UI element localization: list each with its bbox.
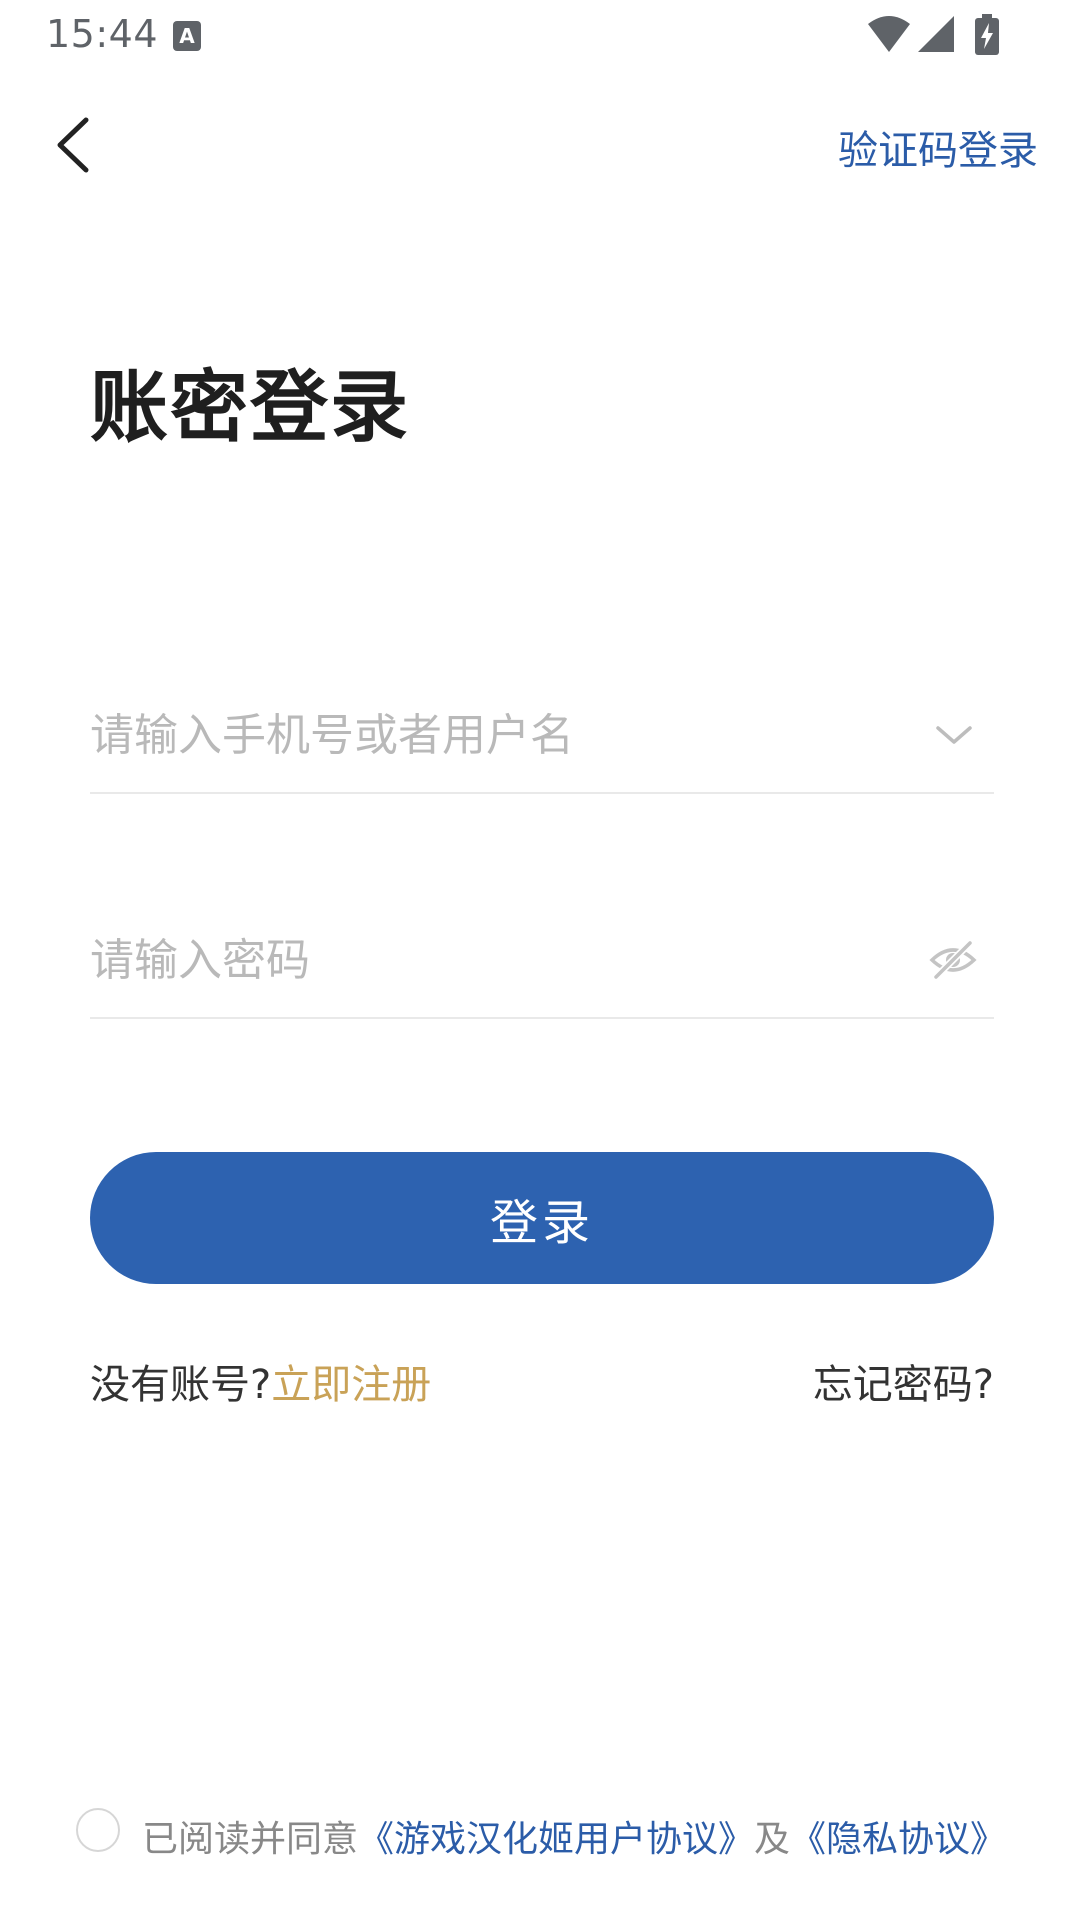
eye-off-icon[interactable]: [928, 935, 978, 985]
login-screen: 15:44 A 验证码登录 账密登录 请输入手机号或者用户名 登录 没有账号?立…: [0, 0, 1080, 1920]
notification-a-icon: A: [173, 21, 201, 51]
wifi-icon: [868, 16, 910, 52]
agreement-prefix: 已阅读并同意: [142, 1819, 359, 1860]
status-time: 15:44: [46, 12, 159, 56]
page-title: 账密登录: [90, 363, 411, 453]
agreement-checkbox[interactable]: [76, 1808, 120, 1852]
login-button[interactable]: 登录: [90, 1152, 994, 1284]
username-input[interactable]: [90, 700, 890, 770]
back-button[interactable]: [40, 110, 110, 180]
chevron-left-icon: [57, 117, 89, 173]
svg-text:A: A: [179, 24, 195, 48]
register-link[interactable]: 立即注册: [271, 1362, 431, 1408]
user-agreement-link[interactable]: 《游戏汉化姬用户协议》: [358, 1819, 754, 1860]
agreement-joiner: 及: [754, 1819, 791, 1860]
signal-icon: [918, 16, 954, 52]
register-prompt-group: 没有账号?立即注册: [90, 1352, 431, 1410]
status-bar: 15:44 A: [0, 0, 1080, 70]
verification-code-login-link[interactable]: 验证码登录: [838, 118, 1038, 176]
forgot-password-link[interactable]: 忘记密码?: [813, 1352, 994, 1410]
privacy-policy-link[interactable]: 《隐私协议》: [790, 1819, 1006, 1860]
chevron-down-icon[interactable]: [930, 712, 978, 760]
register-row: 没有账号?立即注册 忘记密码?: [90, 1352, 994, 1408]
battery-charging-icon: [975, 14, 999, 55]
password-input[interactable]: [90, 925, 890, 995]
no-account-text: 没有账号?: [90, 1362, 272, 1408]
username-field: [90, 682, 994, 794]
password-field: [90, 907, 994, 1019]
agreement-row: 已阅读并同意《游戏汉化姬用户协议》及《隐私协议》: [76, 1808, 1036, 1860]
agreement-text: 已阅读并同意《游戏汉化姬用户协议》及《隐私协议》: [142, 1810, 1006, 1862]
